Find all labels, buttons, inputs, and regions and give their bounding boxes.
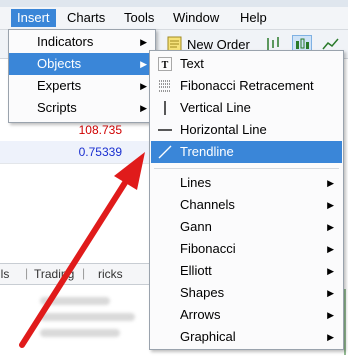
menu-window[interactable]: Window (167, 9, 225, 27)
submenu-item-label: Graphical (180, 329, 236, 344)
horizontal-line-icon (158, 129, 172, 131)
submenu-arrow-icon: ▶ (327, 310, 334, 320)
submenu-item-graphical[interactable]: Graphical ▶ (151, 326, 342, 348)
submenu-item-elliott[interactable]: Elliott ▶ (151, 260, 342, 282)
submenu-item-arrows[interactable]: Arrows ▶ (151, 304, 342, 326)
quote-price: 0.75339 (78, 145, 122, 159)
submenu-item-label: Vertical Line (180, 100, 251, 115)
submenu-item-label: Lines (180, 175, 212, 190)
submenu-arrow-icon: ▶ (140, 59, 147, 69)
menu-insert[interactable]: Insert (11, 9, 56, 27)
submenu-arrow-icon: ▶ (327, 332, 334, 342)
submenu-arrow-icon: ▶ (327, 222, 334, 232)
text-tool-icon: T (158, 57, 172, 71)
submenu-arrow-icon: ▶ (327, 266, 334, 276)
blurred-text (40, 329, 120, 337)
vertical-line-icon (164, 101, 166, 115)
trendline-icon (158, 145, 172, 159)
terminal-tabs: ils | Trading | ricks (0, 263, 150, 285)
quote-row[interactable]: 0.75339 (0, 141, 150, 164)
submenu-arrow-icon: ▶ (140, 37, 147, 47)
submenu-item-label: Elliott (180, 263, 212, 278)
menu-item-label: Scripts (37, 100, 77, 115)
submenu-item-label: Gann (180, 219, 212, 234)
blurred-text (40, 297, 110, 305)
menu-item-experts[interactable]: Experts ▶ (9, 75, 155, 97)
submenu-item-fibonacci-retracement[interactable]: Fibonacci Retracement (151, 75, 342, 97)
submenu-arrow-icon: ▶ (327, 244, 334, 254)
submenu-item-text[interactable]: T Text (151, 53, 342, 75)
tab-divider: | (82, 266, 86, 280)
submenu-item-lines[interactable]: Lines ▶ (151, 172, 342, 194)
menu-tools[interactable]: Tools (118, 9, 160, 27)
submenu-arrow-icon: ▶ (327, 178, 334, 188)
submenu-item-vertical-line[interactable]: Vertical Line (151, 97, 342, 119)
tab-trading[interactable]: Trading (34, 267, 74, 281)
submenu-item-channels[interactable]: Channels ▶ (151, 194, 342, 216)
svg-text:T: T (162, 60, 169, 71)
menu-item-indicators[interactable]: Indicators ▶ (9, 31, 155, 53)
submenu-item-label: Channels (180, 197, 235, 212)
submenu-item-fibonacci[interactable]: Fibonacci ▶ (151, 238, 342, 260)
submenu-item-label: Trendline (180, 144, 234, 159)
submenu-item-label: Arrows (180, 307, 221, 322)
menu-item-label: Objects (37, 56, 82, 71)
submenu-item-label: Fibonacci (180, 241, 236, 256)
menu-bar: Insert Charts Tools Window Help (0, 7, 348, 30)
menu-item-objects[interactable]: Objects ▶ (9, 53, 155, 75)
submenu-arrow-icon: ▶ (140, 81, 147, 91)
submenu-item-label: Fibonacci Retracement (180, 78, 314, 93)
submenu-item-horizontal-line[interactable]: Horizontal Line (151, 119, 342, 141)
blurred-text (40, 313, 135, 321)
tab-divider: | (25, 266, 29, 280)
tab-details[interactable]: ils (0, 267, 9, 281)
window-title-bar (0, 0, 348, 7)
menu-item-scripts[interactable]: Scripts ▶ (9, 97, 155, 119)
menu-item-label: Experts (37, 78, 82, 93)
tab-ticks[interactable]: ricks (98, 267, 123, 281)
menu-help[interactable]: Help (234, 9, 273, 27)
submenu-arrow-icon: ▶ (327, 200, 334, 210)
fibonacci-icon (159, 80, 171, 92)
submenu-item-label: Text (180, 56, 204, 71)
submenu-item-label: Shapes (180, 285, 225, 300)
submenu-item-gann[interactable]: Gann ▶ (151, 216, 342, 238)
submenu-arrow-icon: ▶ (140, 103, 147, 113)
submenu-item-label: Horizontal Line (180, 122, 267, 137)
menu-separator (154, 168, 339, 169)
menu-item-label: Indicators (37, 34, 94, 49)
objects-submenu: T Text Fibonacci Retracement Vertical Li… (149, 50, 344, 350)
submenu-item-shapes[interactable]: Shapes ▶ (151, 282, 342, 304)
submenu-arrow-icon: ▶ (327, 288, 334, 298)
menu-charts[interactable]: Charts (61, 9, 111, 27)
insert-menu: Indicators ▶ Objects ▶ Experts ▶ Scripts… (8, 29, 156, 123)
submenu-item-trendline[interactable]: Trendline (151, 141, 342, 163)
quote-price: 108.735 (78, 123, 122, 137)
